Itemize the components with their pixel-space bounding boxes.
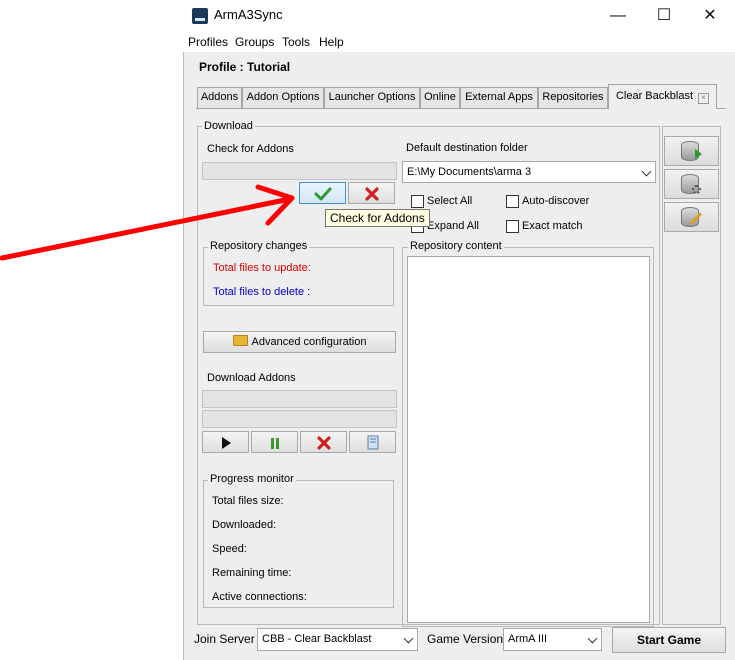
download-progress-bar-1 [202,390,397,408]
select-all-label: Select All [427,195,473,207]
download-log-button[interactable] [349,431,396,453]
exact-match-label: Exact match [522,220,583,232]
start-game-button[interactable]: Start Game [612,627,726,653]
tooltip: Check for Addons [325,209,430,227]
db-edit-button[interactable] [664,202,719,232]
tab-online[interactable]: Online [420,87,460,108]
active-connections-label: Active connections: [212,591,307,603]
speed-label: Speed: [212,543,247,555]
window-title: ArmA3Sync [214,7,283,22]
tab-addon-options[interactable]: Addon Options [242,87,324,108]
select-all-checkbox[interactable] [411,195,424,208]
auto-discover-label: Auto-discover [522,195,590,207]
stop-icon [316,436,331,450]
game-version-label: Game Version [427,632,504,646]
gear-icon [692,185,701,194]
files-to-delete-label: Total files to delete : [213,286,311,298]
expand-all-label: Expand All [427,220,479,232]
progress-monitor-label: Progress monitor [208,473,296,485]
chevron-down-icon [641,166,652,177]
cancel-check-button[interactable] [348,182,395,204]
check-for-addons-label: Check for Addons [207,143,294,155]
total-files-size-label: Total files size: [212,495,284,507]
menu-help[interactable]: Help [319,35,344,49]
advanced-configuration-button[interactable]: Advanced configuration [203,331,396,353]
start-download-button[interactable] [202,431,249,453]
folder-icon [232,335,248,346]
remaining-time-label: Remaining time: [212,567,292,579]
menu-groups[interactable]: Groups [235,35,274,49]
repository-content-tree[interactable] [407,256,650,623]
tab-clear-backblast-label: Clear Backblast [615,90,694,102]
pause-icon [270,438,279,449]
close-button[interactable]: ✕ [687,0,733,32]
join-server-select[interactable]: CBB - Clear Backblast [257,628,418,651]
app-icon [192,8,208,24]
cancel-download-button[interactable] [300,431,347,453]
auto-discover-checkbox[interactable] [506,195,519,208]
menu-profiles[interactable]: Profiles [188,35,228,49]
destination-folder-select[interactable]: E:\My Documents\arma 3 [402,161,656,183]
default-destination-label: Default destination folder [406,142,528,154]
chevron-down-icon [403,633,414,644]
tab-close-icon[interactable]: × [698,93,710,104]
menu-tools[interactable]: Tools [282,35,310,49]
arrow-right-icon [695,149,702,159]
download-progress-bar-2 [202,410,397,428]
destination-folder-value: E:\My Documents\arma 3 [407,166,532,178]
tab-addons[interactable]: Addons [197,87,242,108]
tab-external-apps[interactable]: External Apps [460,87,538,108]
repository-content-label: Repository content [408,240,504,252]
pause-download-button[interactable] [251,431,298,453]
minimize-button[interactable]: — [595,0,641,32]
db-sync-button[interactable] [664,136,719,166]
download-group-label: Download [202,120,255,132]
download-addons-label: Download Addons [207,372,296,384]
game-version-value: ArmA III [508,633,548,645]
profile-title: Profile : Tutorial [199,60,291,74]
join-server-value: CBB - Clear Backblast [262,633,372,645]
tab-repositories[interactable]: Repositories [538,87,608,108]
side-toolbar [662,126,721,625]
exact-match-checkbox[interactable] [506,220,519,233]
game-version-select[interactable]: ArmA III [503,628,602,651]
check-progress-bar [202,162,397,180]
chevron-down-icon [587,633,598,644]
play-icon [221,437,231,449]
tab-clear-backblast[interactable]: Clear Backblast × [608,84,717,109]
red-arrow-annotation [0,184,295,261]
tab-launcher-options[interactable]: Launcher Options [324,87,420,108]
maximize-button[interactable]: ☐ [641,0,687,32]
advanced-configuration-label: Advanced configuration [251,336,367,348]
downloaded-label: Downloaded: [212,519,277,531]
log-icon [367,435,378,450]
join-server-label: Join Server [194,632,255,646]
cancel-icon [364,187,379,201]
db-settings-button[interactable] [664,169,719,199]
